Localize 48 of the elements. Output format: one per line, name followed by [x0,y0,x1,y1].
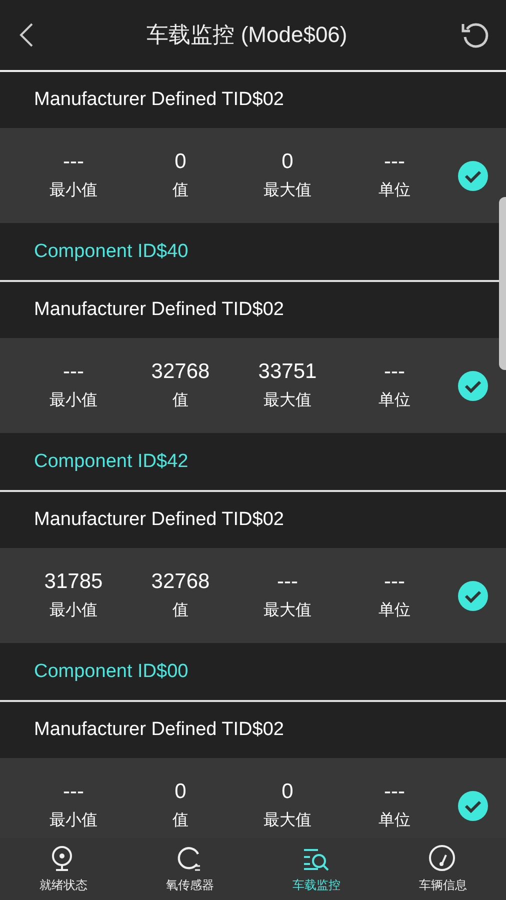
reading-label: 单位 [378,601,410,621]
reading-label: 最小值 [50,180,98,201]
nav-tab[interactable]: 车辆信息 [380,838,506,900]
reading-value: 32768 [151,570,210,594]
reading-value: --- [63,150,84,174]
reading-label: 单位 [378,181,410,201]
reading-value: 0 [282,780,294,804]
reading-value: 0 [282,150,294,174]
scroll-handle[interactable] [499,197,506,370]
reading-value: --- [384,150,405,174]
reading-label: 值 [172,181,188,201]
test-title: Manufacturer Defined TID$02 [34,299,284,321]
reading-label: 单位 [378,811,410,831]
reading-label: 最小值 [50,390,98,411]
reading-value: 31785 [44,570,103,594]
reading-label: 最大值 [264,600,312,621]
reading-value: 32768 [151,360,210,384]
reading-label: 最大值 [264,390,312,411]
reading-value: --- [384,570,405,594]
reading-value: 0 [174,780,186,804]
reading-value: 33751 [258,360,317,384]
component-id: Component ID$40 [34,240,188,262]
reading-label: 值 [172,391,188,411]
test-title: Manufacturer Defined TID$02 [34,509,284,531]
reading-label: 最大值 [264,810,312,831]
reading-value: --- [277,570,298,594]
page-title: 车载监控 (Mode$06) [146,21,348,49]
test-title: Manufacturer Defined TID$02 [34,89,284,111]
reading-label: 最大值 [264,180,312,201]
reading-label: 最小值 [50,600,98,621]
reading-label: 单位 [378,391,410,411]
back-icon[interactable] [18,22,34,48]
refresh-icon[interactable] [460,20,490,50]
reading-value: --- [384,360,405,384]
nav-tab[interactable]: 车载监控 [253,838,380,900]
component-id: Component ID$00 [34,660,188,682]
reading-label: 最小值 [50,810,98,831]
nav-tab[interactable]: 就绪状态 [0,838,126,900]
gauge-icon [428,844,458,874]
reading-value: --- [63,780,84,804]
reading-value: --- [63,360,84,384]
component-id: Component ID$42 [34,450,188,472]
nav-tab[interactable]: 氧传感器 [126,838,253,900]
reading-label: 值 [172,601,188,621]
reading-label: 值 [172,811,188,831]
reading-value: 0 [174,150,186,174]
reading-value: --- [384,780,405,804]
test-title: Manufacturer Defined TID$02 [34,719,284,741]
